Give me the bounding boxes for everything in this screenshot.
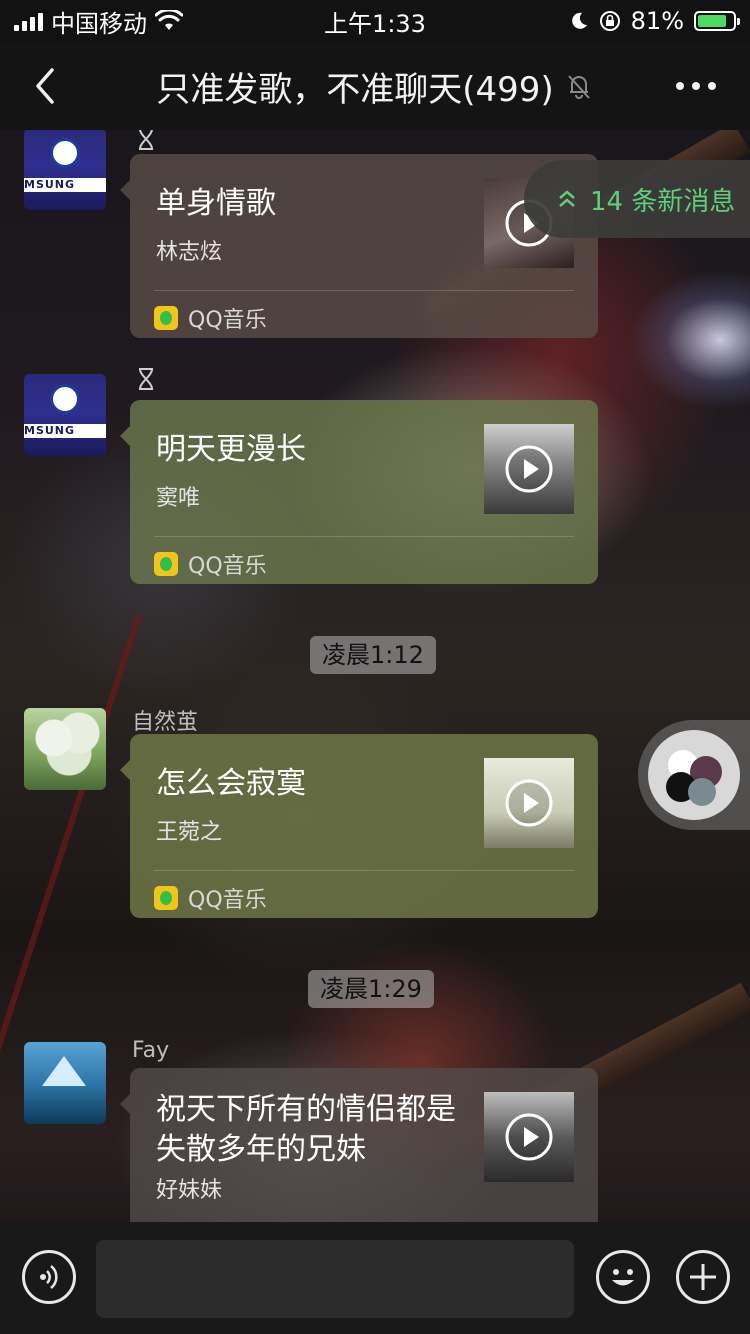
carrier-label: 中国移动	[51, 9, 147, 38]
mute-bell-icon	[567, 75, 590, 99]
more-options-button[interactable]	[676, 72, 716, 100]
card-source: QQ音乐	[154, 548, 267, 580]
song-title: 明天更漫长	[156, 432, 306, 467]
rotation-lock-icon	[599, 11, 620, 31]
voice-input-button[interactable]	[22, 1250, 76, 1304]
voice-icon	[40, 1265, 58, 1289]
source-label: QQ音乐	[188, 308, 267, 333]
source-label: QQ音乐	[188, 888, 267, 913]
floating-ball-icon	[648, 730, 740, 820]
status-bar: 中国移动 上午1:33 81%	[0, 0, 750, 42]
card-source: QQ音乐	[154, 302, 267, 334]
avatar[interactable]	[24, 1042, 106, 1124]
music-card[interactable]: 怎么会寂寞 王菀之 QQ音乐	[120, 734, 598, 918]
floating-window-button[interactable]	[638, 720, 750, 830]
battery-percent: 81%	[630, 7, 684, 35]
card-divider	[154, 536, 574, 537]
smiley-icon	[612, 1269, 634, 1286]
chat-title: 只准发歌，不准聊天(499)	[156, 62, 593, 111]
status-left: 中国移动	[14, 4, 183, 39]
jersey-stripe: MSUNG	[24, 178, 106, 192]
jersey-stripe: MSUNG	[24, 424, 106, 438]
hourglass-icon	[139, 128, 153, 150]
dot-icon	[708, 82, 716, 90]
card-source: QQ音乐	[154, 882, 267, 914]
more-actions-button[interactable]	[676, 1250, 730, 1304]
plus-icon	[690, 1264, 716, 1290]
qq-music-icon	[154, 886, 178, 910]
song-artist: 好妹妹	[156, 1178, 223, 1203]
play-icon[interactable]	[504, 778, 554, 828]
chat-title-text: 只准发歌，不准聊天(499)	[156, 69, 554, 110]
avatar[interactable]	[24, 708, 106, 790]
emoji-button[interactable]	[596, 1250, 650, 1304]
status-right: 81%	[569, 7, 740, 35]
song-artist: 王菀之	[156, 820, 223, 845]
song-title: 单身情歌	[156, 186, 276, 221]
dot-icon	[692, 82, 700, 90]
battery-icon	[694, 11, 740, 31]
new-messages-label: 14 条新消息	[590, 186, 736, 217]
avatar[interactable]: MSUNG	[24, 374, 106, 456]
hourglass-icon	[139, 368, 153, 390]
source-label: QQ音乐	[188, 554, 267, 579]
qq-music-icon	[154, 306, 178, 330]
signal-icon	[14, 11, 43, 31]
back-button[interactable]	[30, 64, 60, 108]
timestamp-separator: 凌晨1:12	[310, 636, 436, 674]
nav-bar: 只准发歌，不准聊天(499)	[0, 42, 750, 130]
song-artist: 窦唯	[156, 486, 201, 511]
album-cover[interactable]	[484, 758, 574, 848]
card-divider	[154, 290, 574, 291]
qq-music-icon	[154, 552, 178, 576]
sender-name: Fay	[132, 1038, 170, 1063]
play-icon[interactable]	[504, 1112, 554, 1162]
album-cover[interactable]	[484, 424, 574, 514]
song-title: 怎么会寂寞	[156, 766, 306, 801]
avatar[interactable]: MSUNG	[24, 128, 106, 210]
sender-name: 自然茧	[132, 710, 199, 735]
song-title: 祝天下所有的情侣都是失散多年的兄妹	[156, 1092, 456, 1167]
input-bar	[0, 1222, 750, 1334]
music-card[interactable]: 明天更漫长 窦唯 QQ音乐	[120, 400, 598, 584]
wifi-icon	[155, 10, 183, 30]
club-badge-icon	[50, 384, 80, 414]
play-icon[interactable]	[504, 444, 554, 494]
timestamp-separator: 凌晨1:29	[308, 970, 434, 1008]
club-badge-icon	[50, 138, 80, 168]
double-chevron-up-icon	[559, 190, 575, 207]
message-input[interactable]	[96, 1240, 574, 1318]
new-messages-button[interactable]: 14 条新消息	[524, 160, 750, 238]
card-divider	[154, 870, 574, 871]
moon-icon	[571, 12, 587, 29]
album-cover[interactable]	[484, 1092, 574, 1182]
dot-icon	[676, 82, 684, 90]
song-artist: 林志炫	[156, 240, 223, 265]
